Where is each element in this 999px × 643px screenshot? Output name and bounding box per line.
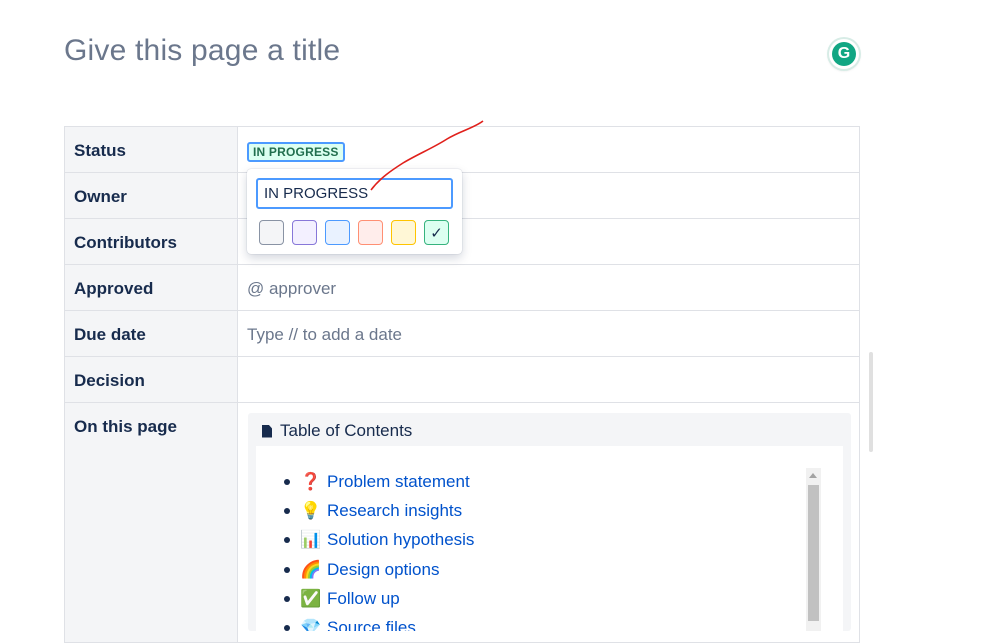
contributors-label: Contributors	[64, 218, 238, 265]
page-scrollbar[interactable]	[869, 352, 873, 452]
toc-item: 🌈 Design options	[284, 555, 474, 584]
toc-link-follow-up[interactable]: Follow up	[327, 589, 400, 609]
page-title-input[interactable]: Give this page a title	[64, 34, 340, 68]
status-lozenge[interactable]: IN PROGRESS	[247, 142, 345, 162]
bullet-icon	[284, 507, 290, 514]
grammarly-icon: G	[832, 42, 856, 66]
toc-link-solution-hypothesis[interactable]: Solution hypothesis	[327, 530, 474, 550]
scroll-up-arrow-icon[interactable]	[809, 473, 817, 478]
question-mark-icon: ❓	[300, 471, 322, 491]
status-color-picker: ✓	[259, 220, 449, 245]
color-swatch-grey[interactable]	[259, 220, 284, 245]
decision-label: Decision	[64, 356, 238, 403]
approver-mention-placeholder[interactable]: @ approver	[237, 264, 860, 311]
toc-item: ✅ Follow up	[284, 584, 474, 613]
decision-cell[interactable]	[237, 356, 860, 403]
toc-scrollbar[interactable]	[806, 468, 821, 631]
toc-item: ❓ Problem statement	[284, 467, 474, 496]
toc-list: ❓ Problem statement 💡 Research insights …	[284, 467, 474, 631]
scrollbar-thumb[interactable]	[808, 485, 819, 621]
grammarly-button[interactable]: G	[829, 39, 859, 69]
toc-link-source-files[interactable]: Source files	[327, 618, 416, 631]
toc-item: 💡 Research insights	[284, 496, 474, 525]
status-label: Status	[64, 126, 238, 173]
toc-link-problem-statement[interactable]: Problem statement	[327, 472, 470, 492]
gem-icon: 💎	[300, 618, 322, 631]
bar-chart-icon: 📊	[300, 530, 322, 550]
check-mark-icon: ✅	[300, 588, 322, 608]
light-bulb-icon: 💡	[300, 500, 322, 520]
on-this-page-label: On this page	[64, 402, 238, 643]
color-swatch-blue[interactable]	[325, 220, 350, 245]
bullet-icon	[284, 595, 290, 602]
bullet-icon	[284, 537, 290, 544]
due-date-label: Due date	[64, 310, 238, 357]
toc-item: 💎 Source files	[284, 613, 474, 631]
bullet-icon	[284, 478, 290, 485]
rainbow-icon: 🌈	[300, 559, 322, 579]
bullet-icon	[284, 566, 290, 573]
table-of-contents-macro[interactable]: Table of Contents ❓ Problem statement 💡 …	[248, 413, 851, 631]
color-swatch-purple[interactable]	[292, 220, 317, 245]
toc-body: ❓ Problem statement 💡 Research insights …	[256, 446, 843, 631]
status-edit-popup: ✓	[247, 169, 462, 254]
toc-item: 📊 Solution hypothesis	[284, 526, 474, 555]
check-icon: ✓	[430, 224, 443, 242]
due-date-placeholder[interactable]: Type // to add a date	[237, 310, 860, 357]
status-text-input[interactable]	[256, 178, 453, 209]
toc-title: Table of Contents	[280, 421, 413, 440]
bullet-icon	[284, 625, 290, 631]
color-swatch-green[interactable]: ✓	[424, 220, 449, 245]
approved-label: Approved	[64, 264, 238, 311]
toc-header: Table of Contents	[262, 421, 412, 441]
color-swatch-yellow[interactable]	[391, 220, 416, 245]
toc-link-design-options[interactable]: Design options	[327, 560, 439, 580]
document-icon	[262, 424, 272, 438]
owner-label: Owner	[64, 172, 238, 219]
color-swatch-red[interactable]	[358, 220, 383, 245]
toc-link-research-insights[interactable]: Research insights	[327, 501, 462, 521]
status-cell[interactable]: IN PROGRESS	[237, 126, 860, 173]
